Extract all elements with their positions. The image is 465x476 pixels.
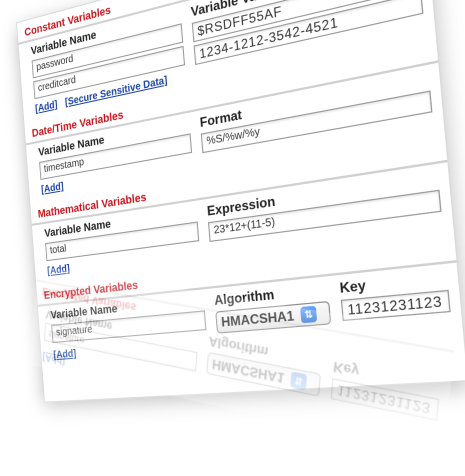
- add-link[interactable]: [Add]: [35, 99, 58, 115]
- reflected-select-arrows-icon: ⇅: [290, 371, 308, 391]
- key-column: Key 11231231123: [339, 269, 451, 324]
- add-link[interactable]: [Add]: [41, 181, 64, 196]
- screenshot-stage: Constant Variables Variable Name passwor…: [0, 0, 465, 476]
- reflected-add-link: [Add]: [42, 350, 66, 367]
